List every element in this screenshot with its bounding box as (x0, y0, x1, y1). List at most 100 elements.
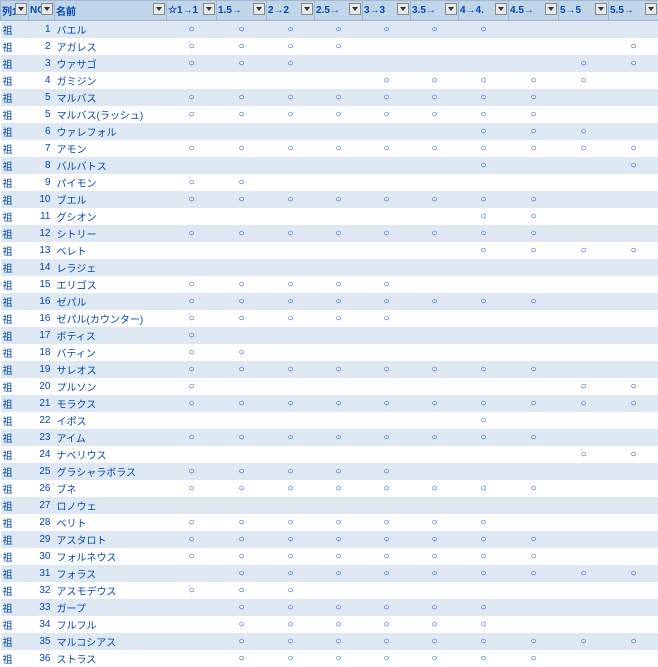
cell-category: 祖 (1, 378, 29, 395)
cell-mark (167, 446, 217, 463)
cell-mark: ○ (267, 582, 315, 599)
cell-name: ガミジン (55, 72, 167, 89)
cell-no: 16 (29, 310, 55, 327)
filter-dropdown-icon[interactable] (397, 3, 409, 15)
cell-mark (267, 157, 315, 174)
filter-dropdown-icon[interactable] (253, 3, 265, 15)
table-row: 祖16ゼパル○○○○○○○○ (1, 293, 658, 310)
cell-mark (411, 259, 459, 276)
header-11[interactable]: 5→5 (559, 1, 609, 21)
cell-category: 祖 (1, 514, 29, 531)
cell-mark (509, 38, 559, 55)
table-row: 祖22イポス○ (1, 412, 658, 429)
cell-mark: ○ (267, 310, 315, 327)
filter-dropdown-icon[interactable] (645, 3, 657, 15)
filter-dropdown-icon[interactable] (203, 3, 215, 15)
filter-dropdown-icon[interactable] (15, 3, 27, 15)
cell-mark: ○ (509, 480, 559, 497)
cell-mark: ○ (459, 293, 509, 310)
cell-category: 祖 (1, 123, 29, 140)
header-2[interactable]: 名前 (55, 1, 167, 21)
table-row: 祖24ナベリウス○○ (1, 446, 658, 463)
cell-name: バティン (55, 344, 167, 361)
header-8[interactable]: 3.5→ (411, 1, 459, 21)
filter-dropdown-icon[interactable] (595, 3, 607, 15)
cell-mark: ○ (315, 38, 363, 55)
cell-mark (315, 327, 363, 344)
cell-mark: ○ (167, 480, 217, 497)
cell-mark (167, 72, 217, 89)
cell-mark: ○ (167, 531, 217, 548)
cell-mark (609, 429, 658, 446)
cell-mark: ○ (315, 395, 363, 412)
cell-mark (315, 344, 363, 361)
cell-mark (559, 548, 609, 565)
cell-mark: ○ (315, 599, 363, 616)
cell-mark (559, 191, 609, 208)
cell-mark (559, 208, 609, 225)
cell-mark: ○ (315, 650, 363, 667)
filter-dropdown-icon[interactable] (301, 3, 313, 15)
cell-mark (609, 259, 658, 276)
cell-mark (509, 599, 559, 616)
filter-dropdown-icon[interactable] (153, 3, 165, 15)
cell-mark: ○ (315, 89, 363, 106)
cell-mark (315, 123, 363, 140)
cell-mark: ○ (267, 140, 315, 157)
cell-mark (411, 310, 459, 327)
cell-mark (559, 327, 609, 344)
cell-mark: ○ (315, 106, 363, 123)
header-7[interactable]: 3→3 (363, 1, 411, 21)
cell-mark: ○ (609, 38, 658, 55)
header-0[interactable]: 列1 (1, 1, 29, 21)
filter-dropdown-icon[interactable] (445, 3, 457, 15)
cell-mark (559, 616, 609, 633)
cell-category: 祖 (1, 55, 29, 72)
cell-mark: ○ (315, 293, 363, 310)
cell-mark: ○ (459, 225, 509, 242)
cell-no: 7 (29, 140, 55, 157)
cell-no: 4 (29, 72, 55, 89)
filter-dropdown-icon[interactable] (349, 3, 361, 15)
cell-mark: ○ (509, 395, 559, 412)
cell-mark (609, 174, 658, 191)
header-5[interactable]: 2→2 (267, 1, 315, 21)
cell-mark (459, 174, 509, 191)
cell-mark: ○ (217, 89, 267, 106)
filter-dropdown-icon[interactable] (545, 3, 557, 15)
header-10[interactable]: 4.5→ (509, 1, 559, 21)
cell-mark (509, 446, 559, 463)
cell-mark: ○ (267, 276, 315, 293)
cell-no: 27 (29, 497, 55, 514)
cell-category: 祖 (1, 157, 29, 174)
cell-mark: ○ (315, 616, 363, 633)
header-4[interactable]: 1.5→ (217, 1, 267, 21)
header-9[interactable]: 4→4. (459, 1, 509, 21)
cell-mark: ○ (509, 123, 559, 140)
cell-name: ゼパル (55, 293, 167, 310)
header-3[interactable]: ☆1→1 (167, 1, 217, 21)
cell-mark (459, 378, 509, 395)
cell-mark (609, 599, 658, 616)
cell-mark (559, 344, 609, 361)
cell-mark (315, 208, 363, 225)
cell-name: パイモン (55, 174, 167, 191)
cell-name: レラジェ (55, 259, 167, 276)
cell-mark (411, 123, 459, 140)
cell-mark: ○ (411, 531, 459, 548)
header-6[interactable]: 2.5→ (315, 1, 363, 21)
cell-mark: ○ (363, 548, 411, 565)
cell-mark: ○ (167, 344, 217, 361)
header-1[interactable]: NO (29, 1, 55, 21)
cell-mark: ○ (363, 72, 411, 89)
cell-category: 祖 (1, 429, 29, 446)
filter-dropdown-icon[interactable] (41, 3, 53, 15)
cell-no: 15 (29, 276, 55, 293)
cell-name: バルバトス (55, 157, 167, 174)
filter-dropdown-icon[interactable] (495, 3, 507, 15)
cell-mark (167, 650, 217, 667)
cell-mark: ○ (217, 429, 267, 446)
header-12[interactable]: 5.5→ (609, 1, 658, 21)
cell-mark (559, 463, 609, 480)
table-row: 祖18バティン○○ (1, 344, 658, 361)
